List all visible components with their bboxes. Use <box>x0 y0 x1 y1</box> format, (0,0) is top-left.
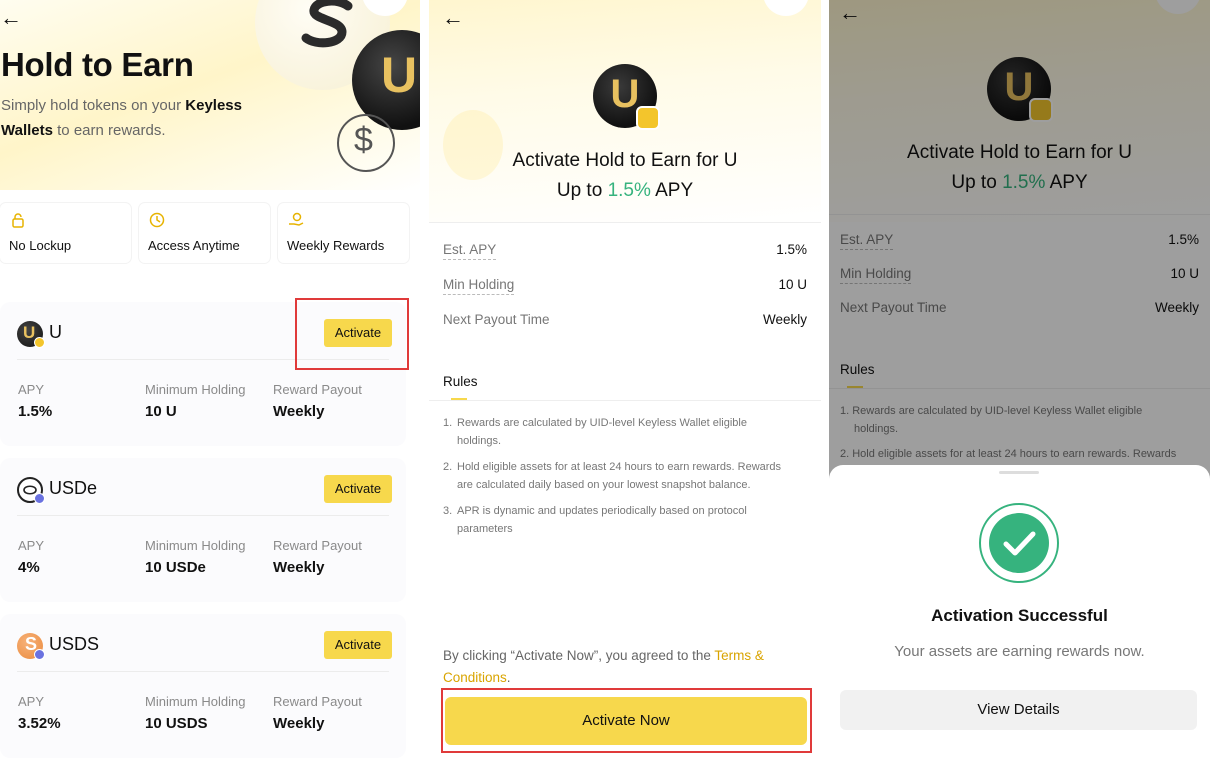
reward-payout-label: Reward Payout <box>273 538 362 553</box>
detail-value: 1.5% <box>776 242 807 257</box>
page-subtitle: Simply hold tokens on your Keyless Wallet… <box>1 97 242 139</box>
checkmark-icon <box>1003 531 1036 556</box>
chain-badge-icon <box>34 493 45 504</box>
apy-value: 3.52% <box>18 715 61 732</box>
view-details-button[interactable]: View Details <box>840 690 1197 730</box>
rule-item: 3. APR is dynamic and updates periodical… <box>443 505 747 535</box>
highlight-box <box>441 688 812 753</box>
min-holding-label: Minimum Holding <box>145 382 246 397</box>
hold-to-earn-list-screen: U $ ← Hold to Earn Simply hold tokens on… <box>0 0 420 765</box>
detail-label: Next Payout Time <box>443 312 550 327</box>
lock-icon <box>12 213 24 228</box>
reward-payout-value: Weekly <box>273 403 325 420</box>
detail-est-apy: Est. APY 1.5% <box>443 242 807 260</box>
apy-headline: Up to 1.5% APY <box>556 180 694 201</box>
chain-badge-icon <box>34 649 45 660</box>
conditions-link[interactable]: Conditions <box>443 670 507 685</box>
min-holding-value: 10 U <box>145 403 177 420</box>
highlight-box <box>295 298 409 370</box>
heart-badge-decoration <box>763 0 809 16</box>
token-card-usde: USDe Activate APY 4% Minimum Holding 10 … <box>0 458 406 602</box>
divider <box>17 515 389 516</box>
u-coin-letter: U <box>381 47 418 103</box>
reward-payout-value: Weekly <box>273 715 325 732</box>
reward-payout-label: Reward Payout <box>273 382 362 397</box>
divider <box>429 222 821 223</box>
sheet-handle[interactable] <box>999 471 1039 474</box>
success-subtitle: Your assets are earning rewards now. <box>894 643 1145 660</box>
feature-no-lockup: No Lockup <box>0 203 131 263</box>
token-name: U <box>49 322 62 342</box>
apy-value: 1.5% <box>18 403 53 420</box>
rule-item: 2. Hold eligible assets for at least 24 … <box>443 461 782 491</box>
feature-label: No Lockup <box>9 238 72 253</box>
detail-value: 10 U <box>778 277 807 292</box>
dollar-s-icon <box>301 0 353 48</box>
reward-payout-value: Weekly <box>273 559 325 576</box>
chain-badge-icon <box>636 106 660 130</box>
dollar-sign-icon: $ <box>354 121 373 159</box>
apy-label: APY <box>18 538 45 553</box>
detail-value: Weekly <box>762 312 807 327</box>
activation-success-screen: ← U Activate Hold to Earn for U Up to 1.… <box>829 0 1210 765</box>
min-holding-label: Minimum Holding <box>145 538 246 553</box>
rules-tab[interactable]: Rules <box>443 374 478 389</box>
rule-item: 1. Rewards are calculated by UID-level K… <box>443 417 747 447</box>
feature-label: Weekly Rewards <box>287 238 385 253</box>
divider <box>429 400 821 401</box>
apy-value: 4% <box>18 559 40 576</box>
success-check-icon <box>979 503 1059 583</box>
feature-access-anytime: Access Anytime <box>139 203 270 263</box>
token-name: USDe <box>49 478 98 498</box>
terms-link[interactable]: Terms & <box>714 648 764 663</box>
divider <box>17 671 389 672</box>
activate-screen: ← U Activate Hold to Earn for U Up to 1.… <box>429 0 821 765</box>
min-holding-label: Minimum Holding <box>145 694 246 709</box>
reward-payout-label: Reward Payout <box>273 694 362 709</box>
clock-icon <box>149 212 165 228</box>
page-title: Hold to Earn <box>1 46 194 83</box>
success-title: Activation Successful <box>931 606 1108 625</box>
detail-min-holding: Min Holding 10 U <box>443 277 807 295</box>
token-name: USDS <box>49 634 100 654</box>
min-holding-value: 10 USDe <box>145 559 206 576</box>
activate-button[interactable]: Activate <box>324 631 392 659</box>
success-bottom-sheet: Activation Successful Your assets are ea… <box>829 465 1210 765</box>
token-card-usds: S USDS Activate APY 3.52% Minimum Holdin… <box>0 614 406 758</box>
feature-weekly-rewards: Weekly Rewards <box>278 203 409 263</box>
chain-badge-icon <box>34 337 45 348</box>
apy-label: APY <box>18 694 45 709</box>
apy-label: APY <box>18 382 45 397</box>
back-arrow-icon[interactable]: ← <box>0 7 22 29</box>
hand-coin-icon <box>289 212 304 226</box>
feature-label: Access Anytime <box>148 238 240 253</box>
activate-title: Activate Hold to Earn for U <box>512 150 738 171</box>
detail-next-payout: Next Payout Time Weekly <box>443 312 807 327</box>
activate-button[interactable]: Activate <box>324 475 392 503</box>
detail-label[interactable]: Est. APY <box>443 242 497 260</box>
back-arrow-icon[interactable]: ← <box>442 7 464 29</box>
detail-label[interactable]: Min Holding <box>443 277 515 295</box>
min-holding-value: 10 USDS <box>145 715 208 732</box>
terms-agreement: By clicking “Activate Now”, you agreed t… <box>443 648 764 685</box>
